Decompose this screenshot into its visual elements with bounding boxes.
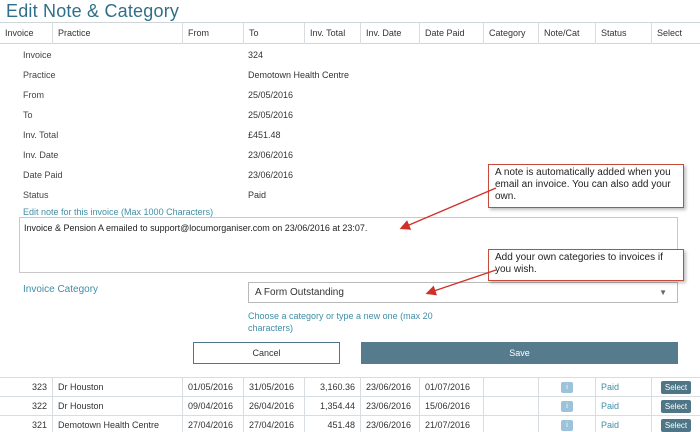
cell-invoice: 322 [31, 401, 47, 411]
cancel-button[interactable]: Cancel [193, 342, 340, 364]
col-date-paid[interactable]: Date Paid [419, 23, 483, 44]
detail-value: 23/06/2016 [248, 150, 294, 160]
cell-to: 26/04/2016 [243, 397, 304, 415]
select-button[interactable]: Select [660, 381, 692, 395]
cell-total: 451.48 [304, 416, 360, 432]
cell-category [483, 397, 538, 415]
info-icon[interactable]: i [561, 382, 573, 394]
page-title: Edit Note & Category [6, 1, 180, 21]
cell-status: Paid [595, 397, 651, 415]
detail-value: Demotown Health Centre [248, 70, 350, 80]
note-callout: A note is automatically added when you e… [488, 164, 684, 208]
col-category[interactable]: Category [483, 23, 538, 44]
col-to[interactable]: To [243, 23, 304, 44]
cell-date-paid: 15/06/2016 [419, 397, 483, 415]
detail-value: Paid [248, 190, 267, 200]
cell-to: 31/05/2016 [243, 378, 304, 396]
cell-status: Paid [595, 378, 651, 396]
cell-from: 27/04/2016 [182, 416, 243, 432]
detail-row: Practice Demotown Health Centre [0, 66, 700, 84]
detail-row: To 25/05/2016 [0, 106, 700, 124]
cell-total: 1,354.44 [304, 397, 360, 415]
detail-value: 25/05/2016 [248, 110, 294, 120]
category-callout: Add your own categories to invoices if y… [488, 249, 684, 281]
cell-status: Paid [595, 416, 651, 432]
cell-from: 09/04/2016 [182, 397, 243, 415]
chevron-down-icon[interactable]: ▼ [659, 283, 667, 302]
col-status[interactable]: Status [595, 23, 651, 44]
col-select[interactable]: Select [651, 23, 700, 44]
save-button[interactable]: Save [361, 342, 678, 364]
detail-value: 324 [248, 50, 264, 60]
category-hint: Choose a category or type a new one (max… [248, 311, 433, 333]
detail-row: From 25/05/2016 [0, 86, 700, 104]
cell-category [483, 378, 538, 396]
cell-inv-date: 23/06/2016 [360, 416, 419, 432]
cell-inv-date: 23/06/2016 [360, 397, 419, 415]
cell-invoice: 323 [31, 382, 47, 392]
cell-select: Select [651, 397, 700, 415]
table-row[interactable]: 322 Dr Houston 09/04/2016 26/04/2016 1,3… [0, 396, 700, 415]
cell-note: i [538, 416, 595, 432]
detail-label: Inv. Date [23, 150, 59, 160]
cell-to: 27/04/2016 [243, 416, 304, 432]
cell-total: 3,160.36 [304, 378, 360, 396]
detail-label: Status [23, 190, 49, 200]
col-note-cat[interactable]: Note/Cat [538, 23, 595, 44]
detail-row: Invoice 324 [0, 46, 700, 64]
cell-invoice: 321 [31, 420, 47, 430]
detail-row: Inv. Total £451.48 [0, 126, 700, 144]
detail-value: 23/06/2016 [248, 170, 294, 180]
detail-value: 25/05/2016 [248, 90, 294, 100]
cell-date-paid: 21/07/2016 [419, 416, 483, 432]
category-label: Invoice Category [23, 284, 99, 295]
cell-date-paid: 01/07/2016 [419, 378, 483, 396]
detail-label: Invoice [23, 50, 52, 60]
col-invoice[interactable]: Invoice [0, 23, 52, 44]
cell-select: Select [651, 416, 700, 432]
col-inv-date[interactable]: Inv. Date [360, 23, 419, 44]
detail-label: Practice [23, 70, 56, 80]
detail-label: From [23, 90, 44, 100]
cell-practice: Demotown Health Centre [52, 416, 182, 432]
cell-note: i [538, 378, 595, 396]
table-row[interactable]: 321 Demotown Health Centre 27/04/2016 27… [0, 415, 700, 432]
table-row[interactable]: 323 Dr Houston 01/05/2016 31/05/2016 3,1… [0, 377, 700, 396]
cell-inv-date: 23/06/2016 [360, 378, 419, 396]
category-select[interactable]: A Form Outstanding ▼ [248, 282, 678, 303]
cell-select: Select [651, 378, 700, 396]
col-inv-total[interactable]: Inv. Total [304, 23, 360, 44]
table-header: Invoice Practice From To Inv. Total Inv.… [0, 22, 700, 44]
col-practice[interactable]: Practice [52, 23, 182, 44]
detail-label: To [23, 110, 33, 120]
info-icon[interactable]: i [561, 401, 573, 413]
select-button[interactable]: Select [660, 419, 692, 432]
detail-value: £451.48 [248, 130, 281, 140]
category-value: A Form Outstanding [255, 287, 344, 298]
select-button[interactable]: Select [660, 400, 692, 414]
info-icon[interactable]: i [561, 420, 573, 432]
note-label: Edit note for this invoice (Max 1000 Cha… [23, 207, 214, 217]
detail-row: Inv. Date 23/06/2016 [0, 146, 700, 164]
cell-practice: Dr Houston [52, 397, 182, 415]
cell-category [483, 416, 538, 432]
cell-practice: Dr Houston [52, 378, 182, 396]
detail-label: Date Paid [23, 170, 63, 180]
cell-note: i [538, 397, 595, 415]
detail-label: Inv. Total [23, 130, 59, 140]
cell-from: 01/05/2016 [182, 378, 243, 396]
col-from[interactable]: From [182, 23, 243, 44]
